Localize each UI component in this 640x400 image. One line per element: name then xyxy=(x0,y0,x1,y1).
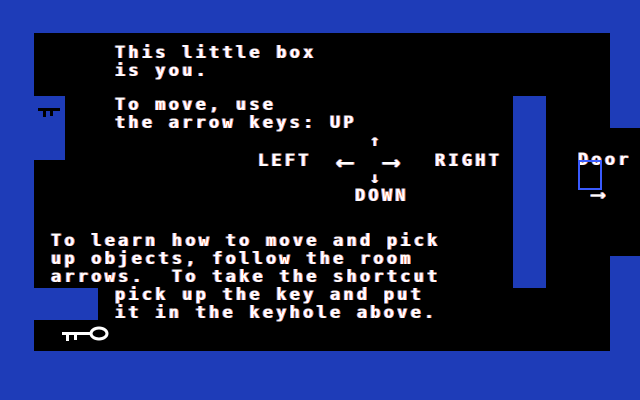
keyhole-icon[interactable] xyxy=(38,106,62,120)
label-right: RIGHT xyxy=(435,151,503,171)
door-arrow-icon[interactable]: ⟶ xyxy=(592,182,604,206)
label-left: LEFT xyxy=(258,151,312,171)
arrow-right-icon: ⟶ xyxy=(384,148,399,176)
instructions-line-3: arrows. To take the shortcut xyxy=(51,267,441,287)
label-down: DOWN xyxy=(355,186,409,206)
instructions-line-2: up objects, follow the room xyxy=(51,249,414,269)
instructions-line-4: pick up the key and put xyxy=(115,285,425,305)
intro-line-1: This little box xyxy=(115,43,317,63)
intro-line-2: is you. xyxy=(115,61,210,81)
arrow-down-icon: ↓ xyxy=(370,168,380,187)
key-icon[interactable] xyxy=(60,325,110,345)
left-wall-lower-block xyxy=(34,288,98,320)
instructions-line-1: To learn how to move and pick xyxy=(51,231,441,251)
arrow-up-icon: ↑ xyxy=(370,131,380,150)
game-screen: This little box is you. To move, use the… xyxy=(0,0,640,400)
move-line-1: To move, use xyxy=(115,95,277,115)
instructions-line-5: it in the keyhole above. xyxy=(115,303,438,323)
move-line-2: the arrow keys: UP xyxy=(115,113,357,133)
center-pillar xyxy=(513,96,546,288)
arrow-left-icon: ⟵ xyxy=(338,148,353,176)
